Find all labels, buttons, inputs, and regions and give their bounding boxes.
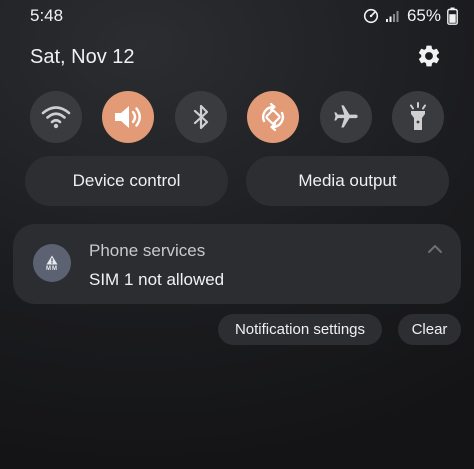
sound-toggle[interactable]: [102, 91, 155, 143]
warning-triangle-icon: [46, 255, 58, 264]
app-icon-text: MM: [46, 265, 58, 272]
notification-message: SIM 1 not allowed: [89, 270, 225, 289]
auto-rotate-icon: [262, 102, 285, 132]
airplane-toggle[interactable]: [319, 91, 372, 143]
notification-card[interactable]: MM Phone services SIM 1 not allowed: [13, 224, 461, 304]
sound-icon: [115, 106, 142, 128]
clear-button[interactable]: Clear: [398, 314, 461, 345]
status-bar: 5:48 65%: [0, 0, 474, 34]
status-right: 65%: [363, 6, 458, 26]
notification-actions: Notification settings Clear: [0, 314, 474, 346]
battery-percent: 65%: [406, 6, 441, 25]
date-label: Sat, Nov 12: [30, 46, 135, 68]
battery-icon: [447, 7, 458, 25]
settings-button[interactable]: [416, 43, 442, 69]
media-output-button[interactable]: Media output: [246, 156, 449, 206]
flashlight-icon: [409, 102, 426, 130]
airplane-icon: [333, 105, 358, 128]
controls-row: Device control Media output: [25, 156, 449, 206]
device-control-button[interactable]: Device control: [25, 156, 228, 206]
chevron-up-icon[interactable]: [427, 243, 443, 255]
quick-settings-row: [30, 91, 444, 145]
status-time: 5:48: [30, 6, 64, 25]
gear-icon: [418, 45, 440, 67]
wifi-icon: [41, 106, 71, 129]
notification-settings-button[interactable]: Notification settings: [218, 314, 382, 345]
data-saver-icon: [363, 8, 379, 24]
signal-icon: [385, 11, 399, 22]
wifi-toggle[interactable]: [30, 91, 82, 143]
bluetooth-toggle[interactable]: [174, 91, 227, 143]
flashlight-toggle[interactable]: [391, 91, 444, 143]
bluetooth-icon: [193, 104, 208, 130]
auto-rotate-toggle[interactable]: [247, 91, 300, 143]
notification-app-name: Phone services: [89, 241, 206, 260]
app-icon: MM: [33, 244, 71, 282]
